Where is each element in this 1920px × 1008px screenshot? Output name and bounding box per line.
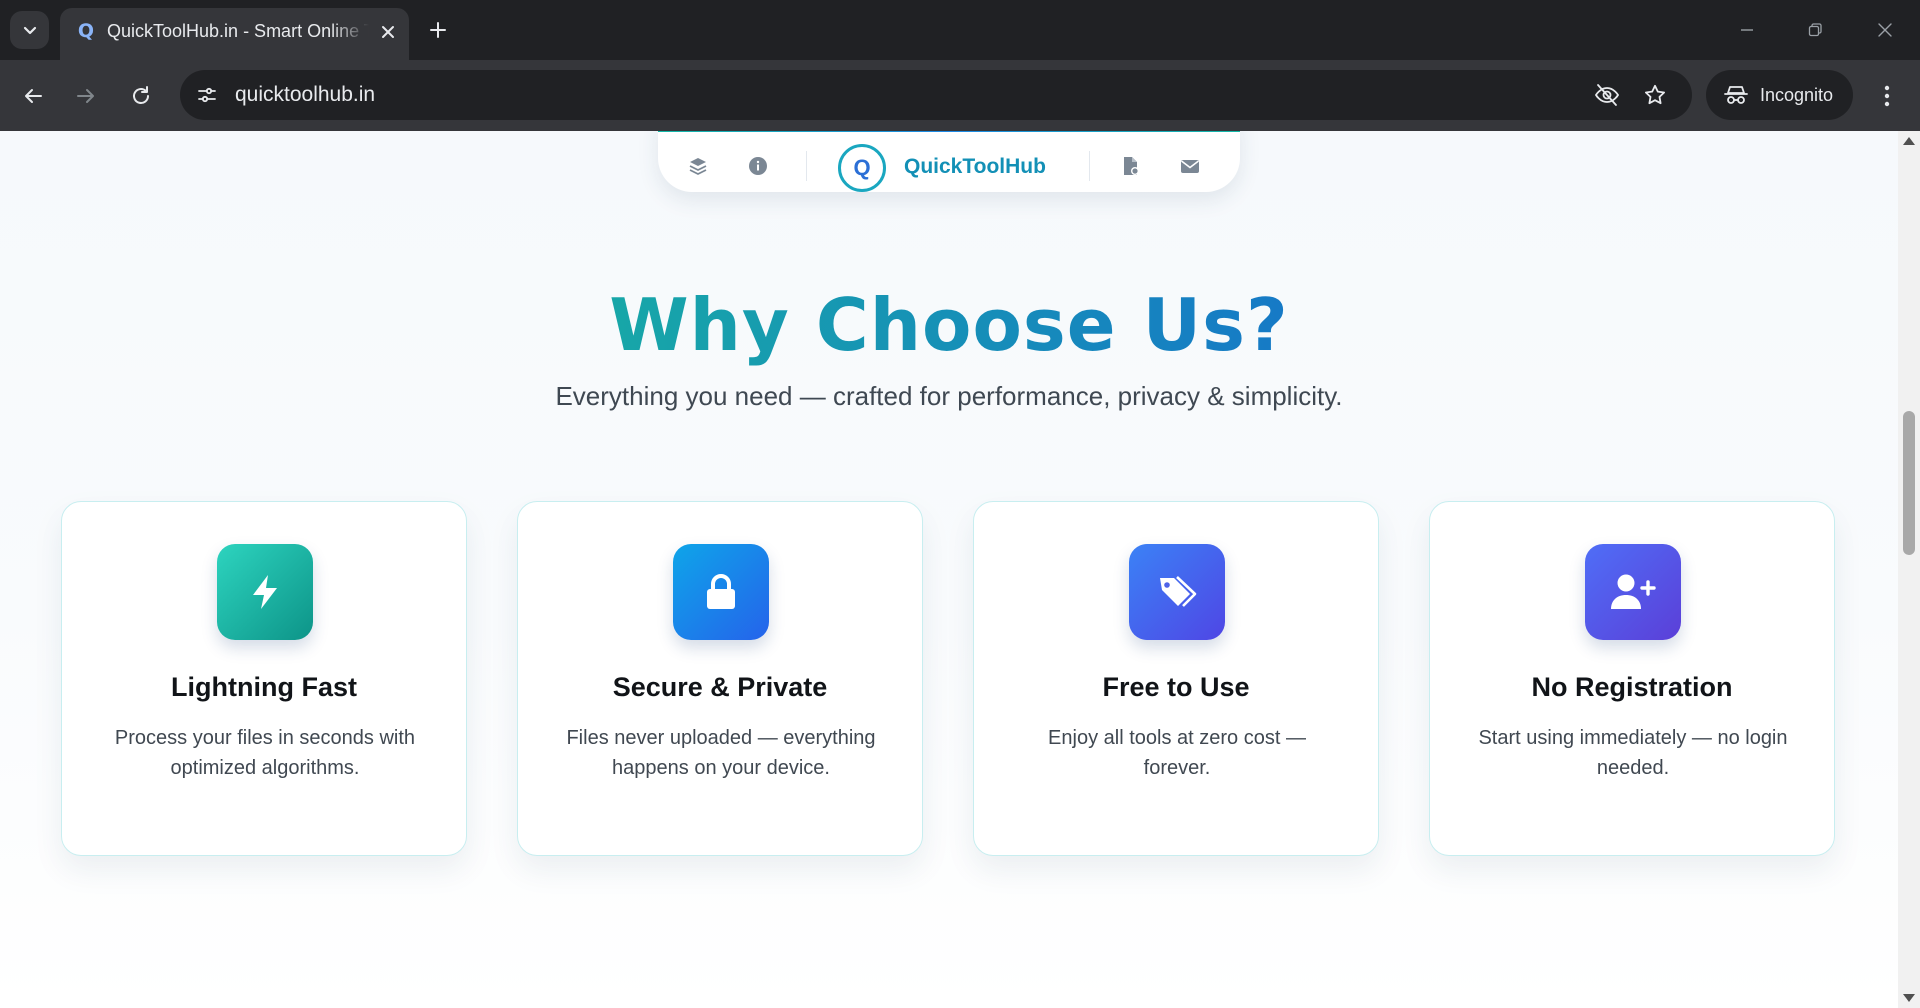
- tune-icon: [198, 87, 216, 103]
- chevron-down-icon: [23, 26, 36, 35]
- new-tab-button[interactable]: [422, 14, 454, 46]
- scrollbar-thumb[interactable]: [1903, 411, 1915, 555]
- feature-title: No Registration: [1531, 672, 1733, 702]
- url-text[interactable]: quicktoolhub.in: [235, 83, 375, 107]
- plus-icon: [430, 22, 446, 38]
- feature-description: Enjoy all tools at zero cost — forever.: [1048, 727, 1306, 779]
- feature-card-lightning-fast: Lightning Fast Process your files in sec…: [61, 501, 467, 856]
- nav-divider: [806, 151, 807, 181]
- minimize-button[interactable]: [1722, 8, 1772, 52]
- tab-close-button[interactable]: [376, 20, 400, 44]
- nav-contact-link[interactable]: [1179, 155, 1201, 177]
- site-navbar: Q QuickToolHub: [658, 131, 1240, 192]
- bolt-icon: [253, 575, 277, 609]
- feature-icon-tile: [1129, 544, 1225, 640]
- eye-off-icon: [1594, 84, 1620, 106]
- feature-icon-tile: [1585, 544, 1681, 640]
- restore-button[interactable]: [1790, 8, 1840, 52]
- nav-about-link[interactable]: [747, 155, 769, 177]
- forward-button[interactable]: [67, 77, 105, 115]
- scroll-down-arrow[interactable]: [1903, 994, 1915, 1002]
- page-scrollbar[interactable]: [1898, 131, 1920, 1008]
- feature-description: Files never uploaded — everything happen…: [566, 727, 876, 779]
- user-plus-icon: [1611, 574, 1656, 609]
- section-title: Why Choose Us?: [0, 283, 1898, 367]
- feature-title: Secure & Private: [612, 672, 828, 702]
- back-button[interactable]: [14, 77, 52, 115]
- reload-icon: [133, 86, 149, 104]
- minimize-icon: [1741, 29, 1753, 31]
- info-icon: [749, 157, 767, 175]
- navbar-accent-bar: [658, 131, 1240, 132]
- feature-title: Free to Use: [1102, 672, 1250, 702]
- tab-strip: Q QuickToolHub.in - Smart Online Tools: [0, 0, 1920, 60]
- mail-icon: [1181, 160, 1199, 173]
- scroll-up-arrow[interactable]: [1903, 137, 1915, 145]
- active-tab[interactable]: Q QuickToolHub.in - Smart Online Tools: [60, 8, 409, 60]
- feature-card-no-registration: No Registration Start using immediately …: [1429, 501, 1835, 856]
- layers-icon: [689, 158, 707, 175]
- incognito-profile-button[interactable]: Incognito: [1706, 70, 1853, 120]
- reload-button[interactable]: [122, 77, 160, 115]
- arrow-left-icon: [25, 89, 42, 103]
- lock-icon: [707, 574, 735, 609]
- logo-letter: Q: [853, 155, 871, 180]
- restore-icon: [1808, 23, 1822, 37]
- feature-card-free-to-use: Free to Use Enjoy all tools at zero cost…: [973, 501, 1379, 856]
- feature-description: Start using immediately — no login neede…: [1478, 727, 1788, 779]
- browser-toolbar: quicktoolhub.in Incognito: [0, 60, 1920, 131]
- close-window-button[interactable]: [1860, 8, 1910, 52]
- tags-icon: [1160, 576, 1197, 607]
- feature-icon-tile: [673, 544, 769, 640]
- more-vertical-icon: [1884, 85, 1890, 107]
- tracking-protection-button[interactable]: [1594, 82, 1620, 108]
- page-viewport: Q QuickToolHub Why Choose Us? Everything…: [0, 131, 1898, 1008]
- bookmark-button[interactable]: [1642, 82, 1668, 108]
- tab-search-button[interactable]: [10, 11, 49, 49]
- close-icon: [382, 26, 394, 38]
- brand-name[interactable]: QuickToolHub: [904, 155, 1046, 179]
- close-icon: [1878, 23, 1892, 37]
- browser-menu-button[interactable]: [1872, 77, 1902, 115]
- section-subtitle: Everything you need — crafted for perfor…: [555, 381, 1343, 411]
- favicon-icon: Q: [77, 20, 95, 42]
- logo-mark[interactable]: Q: [838, 144, 886, 192]
- incognito-label: Incognito: [1760, 84, 1834, 105]
- nav-tools-link[interactable]: [687, 155, 709, 177]
- feature-icon-tile: [217, 544, 313, 640]
- feature-title: Lightning Fast: [171, 672, 357, 702]
- incognito-icon: [1724, 86, 1748, 104]
- arrow-right-icon: [77, 89, 94, 103]
- feature-card-secure-private: Secure & Private Files never uploaded — …: [517, 501, 923, 856]
- address-bar[interactable]: quicktoolhub.in: [180, 70, 1692, 120]
- tab-title: QuickToolHub.in - Smart Online Tools: [107, 21, 369, 41]
- site-info-button[interactable]: [194, 82, 220, 108]
- nav-divider: [1089, 151, 1090, 181]
- file-icon: [1124, 157, 1139, 175]
- star-icon: [1645, 84, 1665, 105]
- feature-description: Process your files in seconds with optim…: [114, 727, 416, 779]
- nav-docs-link[interactable]: [1120, 155, 1142, 177]
